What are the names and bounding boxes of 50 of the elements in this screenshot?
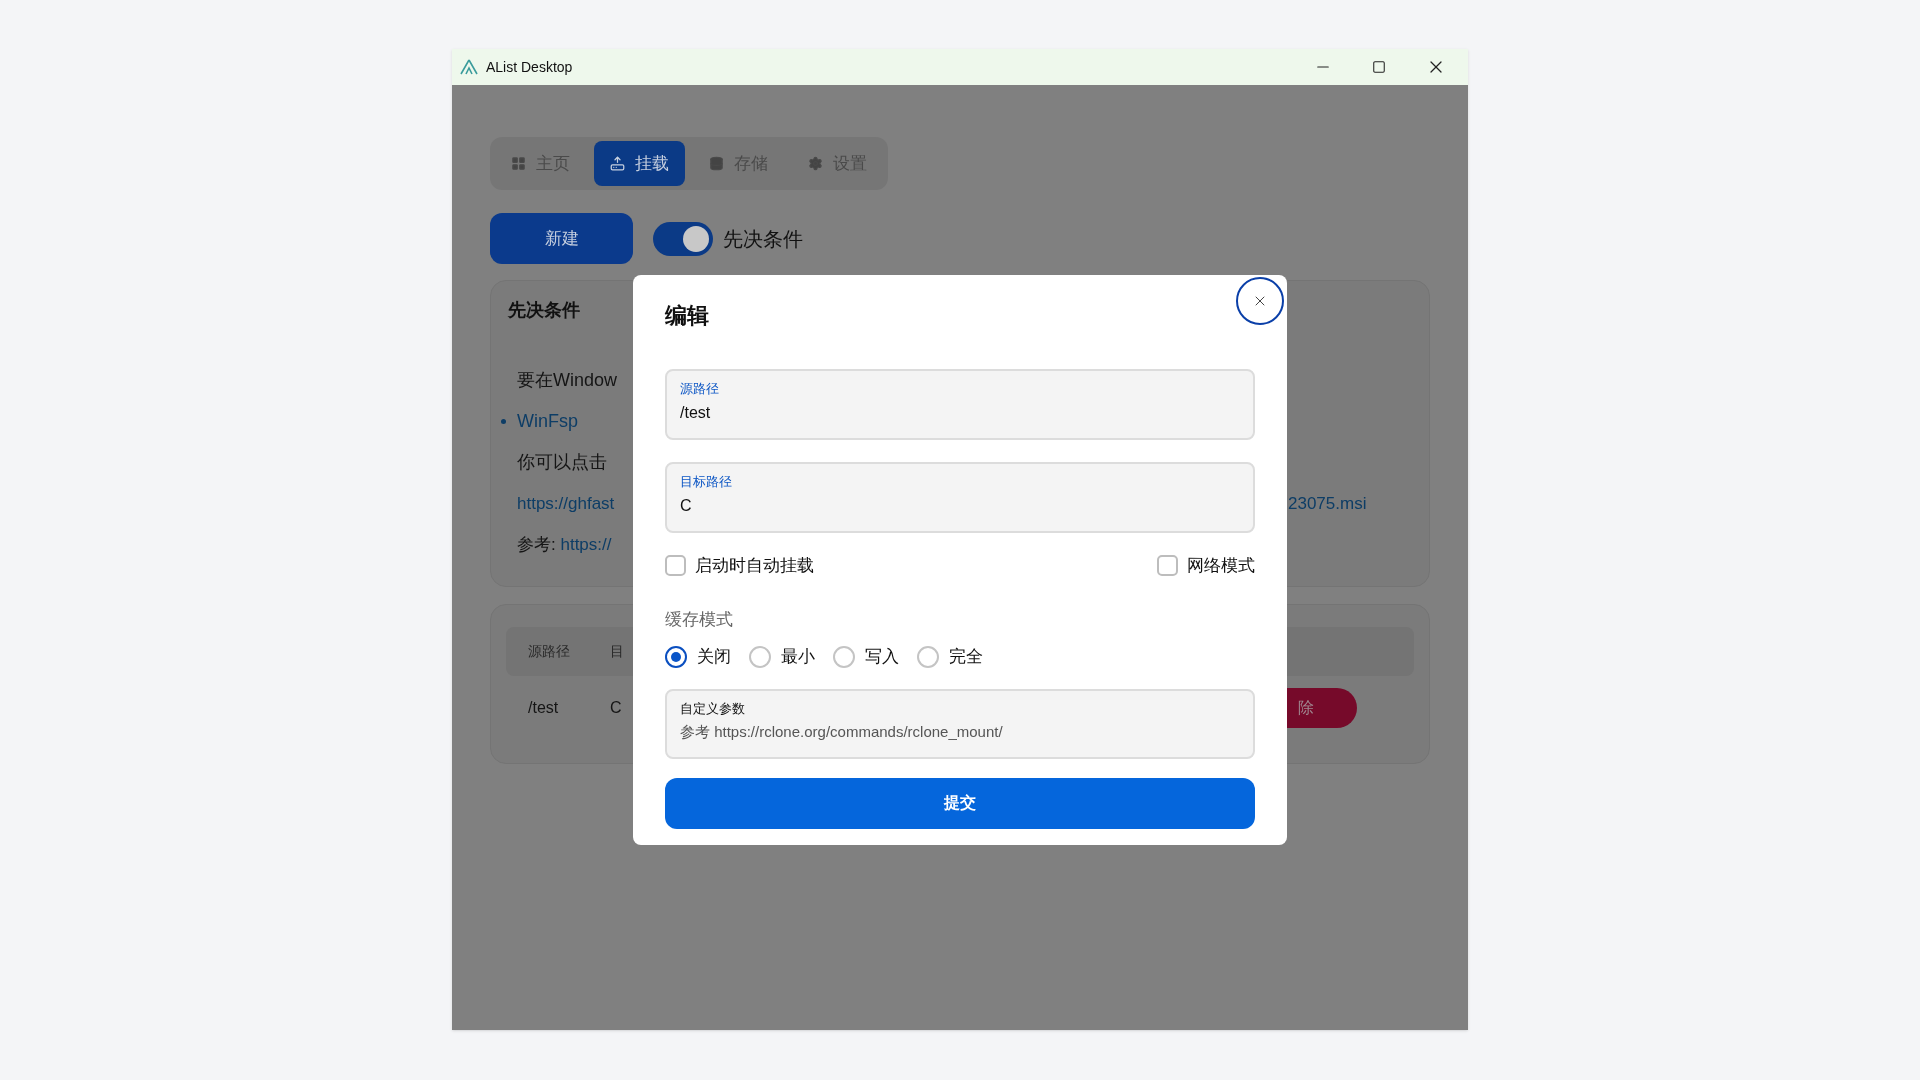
radio-label: 关闭 — [697, 646, 731, 668]
new-button[interactable]: 新建 — [490, 213, 633, 264]
text-input[interactable]: C — [680, 493, 1240, 518]
section-label: 缓存模式 — [665, 608, 733, 631]
database-icon — [709, 156, 724, 171]
radio-button[interactable] — [917, 645, 939, 668]
close-button[interactable] — [1236, 277, 1284, 325]
drive-icon — [610, 156, 625, 171]
text-field[interactable]: 自定义参数 参考 https://rclone.org/commands/rclone_mount/ — [665, 688, 1255, 759]
download-link[interactable]: 23075.msi — [1288, 490, 1367, 517]
radio-label: 最小 — [781, 646, 815, 668]
text-input[interactable]: 参考 https://rclone.org/commands/rclone_mount/ — [680, 721, 1240, 744]
table-cell-text: C — [610, 698, 622, 718]
card-title: 先决条件 — [508, 299, 580, 322]
radio-button[interactable] — [833, 645, 855, 668]
dialog-title: 编辑 — [665, 302, 709, 330]
reference-link[interactable]: https:// — [560, 534, 612, 554]
radio-label: 完全 — [949, 646, 983, 668]
toggle-label: 先决条件 — [723, 226, 803, 252]
table-cell-text: /test — [528, 698, 560, 718]
nav-tab[interactable]: 挂载 — [594, 141, 685, 186]
radio-label: 写入 — [865, 646, 899, 668]
checkbox[interactable] — [1157, 555, 1178, 577]
checkbox-label: 启动时自动挂载 — [695, 555, 814, 577]
submit-button[interactable]: 提交 — [665, 777, 1255, 829]
gear-icon — [808, 156, 823, 171]
column-header: 目 — [610, 642, 624, 661]
download-link[interactable]: https://ghfast — [517, 490, 615, 517]
radio-button[interactable] — [665, 645, 687, 668]
grid-icon — [511, 156, 526, 171]
paragraph-text: 你可以点击 — [517, 451, 607, 474]
window-title: AList Desktop — [486, 57, 573, 77]
logo-icon — [460, 59, 478, 75]
delete-button[interactable]: 除 — [1285, 688, 1357, 728]
radio-button[interactable] — [749, 645, 771, 668]
text-field[interactable]: 源路径 /test — [665, 369, 1255, 440]
reference-text: 参考: https:// — [517, 533, 612, 556]
text-field[interactable]: 目标路径 C — [665, 462, 1255, 533]
field-label: 源路径 — [680, 380, 719, 398]
field-label: 目标路径 — [680, 473, 732, 491]
field-label: 自定义参数 — [680, 699, 745, 718]
bullet-icon — [501, 419, 506, 424]
maximize-icon[interactable] — [1372, 60, 1386, 74]
checkbox[interactable] — [665, 555, 686, 577]
download-link[interactable]: WinFsp — [517, 408, 578, 435]
paragraph-text: 要在Window — [517, 369, 618, 392]
column-header: 源路径 — [528, 642, 571, 661]
text-input[interactable]: /test — [680, 400, 1240, 425]
toggle-switch[interactable] — [653, 221, 713, 256]
checkbox-label: 网络模式 — [1187, 555, 1255, 577]
